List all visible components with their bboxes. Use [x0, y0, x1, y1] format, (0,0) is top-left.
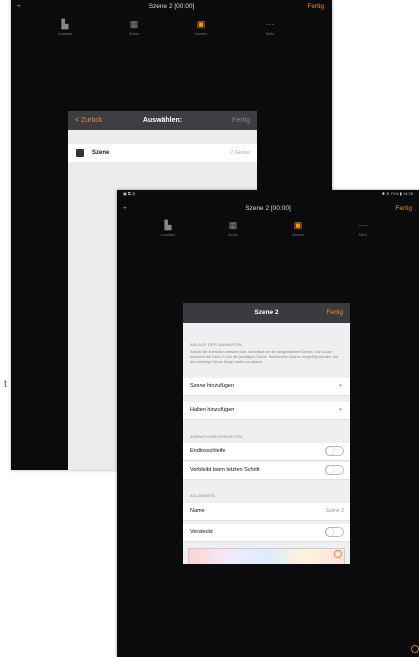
- top-bar: + Szene 2 [00:00] Fertig: [117, 202, 419, 216]
- name-row[interactable]: Name Szene 2: [183, 503, 350, 521]
- name-value: Szene 2: [325, 508, 344, 514]
- cropped-side-text: t: [4, 379, 7, 390]
- add-button[interactable]: +: [17, 0, 21, 14]
- dialog-header: Szene 2 Fertig: [183, 303, 350, 323]
- top-bar: + Szene 2 [00:00] Fertig: [11, 0, 332, 14]
- toolbar: ▙ Leuchten ▦ Szene ▣ Szenen ··· Mehr: [117, 221, 419, 247]
- dialog-header: < Zurück Auswählen: Fertig: [68, 111, 257, 130]
- more-icon: ···: [358, 220, 368, 230]
- lamp-icon: ▙: [164, 220, 172, 230]
- scene-icon: ▦: [228, 220, 238, 230]
- scene-row-label: Szene: [92, 150, 110, 156]
- stay-last-row: Verbleibt beim letzten Schritt: [183, 462, 350, 480]
- scene-settings-dialog: Szene 2 Fertig ABLAUF DER ANIMATION Soba…: [183, 303, 350, 564]
- tool-mehr[interactable]: ··· Mehr: [333, 220, 393, 238]
- color-edit-icon[interactable]: [334, 550, 342, 558]
- scene-title: Szene 2 [00:00]: [148, 3, 195, 10]
- hidden-toggle[interactable]: [325, 527, 344, 537]
- tool-szene[interactable]: ▦ Szene: [203, 220, 263, 238]
- scene-icon: ▦: [129, 19, 139, 29]
- done-button[interactable]: Fertig: [307, 0, 324, 14]
- status-bar: ▣ ⧉ ◎ ✱ ≋ 71% ▮ 14:25: [123, 191, 413, 196]
- tool-szenen[interactable]: ▣ Szenen: [268, 220, 328, 238]
- scene-title: Szene 2 [00:00]: [245, 205, 291, 212]
- more-icon: ···: [265, 19, 275, 29]
- loop-toggle[interactable]: [325, 446, 344, 456]
- dialog-done-button[interactable]: Fertig: [326, 303, 343, 323]
- corner-gear-icon[interactable]: [411, 645, 419, 653]
- done-button[interactable]: Fertig: [395, 202, 412, 216]
- dialog-title: Auswählen:: [142, 117, 183, 124]
- tool-mehr[interactable]: ··· Mehr: [240, 19, 300, 37]
- section-header-behavior: ANIMATIONSVERHALTEN: [190, 434, 243, 439]
- section-header-animation: ABLAUF DER ANIMATION: [190, 342, 242, 347]
- add-scene-row[interactable]: Szene hinzufügen >: [183, 378, 350, 396]
- scenes-icon: ▣: [196, 19, 206, 29]
- chevron-right-icon: >: [338, 383, 342, 389]
- chevron-right-icon: >: [338, 407, 342, 413]
- hidden-row: Versteckt: [183, 524, 350, 542]
- add-button[interactable]: +: [123, 202, 127, 216]
- toolbar: ▙ Leuchten ▦ Szene ▣ Szenen ··· Mehr: [11, 20, 332, 46]
- dialog-done-button[interactable]: Fertig: [232, 111, 250, 130]
- animation-description: Sobald die Animation aktiviert wird, dur…: [190, 350, 339, 364]
- loop-row: Endlosschleife: [183, 443, 350, 461]
- scene-row[interactable]: Szene 2 Geräte: [68, 144, 257, 162]
- tool-leuchten[interactable]: ▙ Leuchten: [35, 19, 95, 37]
- scene-icon: [76, 149, 84, 157]
- dialog-title: Szene 2: [254, 309, 279, 316]
- lamp-icon: ▙: [61, 19, 69, 29]
- section-header-general: ALLGEMEIN: [190, 493, 215, 498]
- scene-row-value: 2 Geräte: [230, 150, 250, 156]
- color-picker[interactable]: [188, 548, 345, 564]
- tool-szene[interactable]: ▦ Szene: [104, 19, 164, 37]
- scenes-icon: ▣: [293, 220, 303, 230]
- add-hold-row[interactable]: Halten hinzufügen >: [183, 402, 350, 420]
- tool-szenen[interactable]: ▣ Szenen: [171, 19, 231, 37]
- stay-last-toggle[interactable]: [325, 465, 344, 475]
- tool-leuchten[interactable]: ▙ Leuchten: [138, 220, 198, 238]
